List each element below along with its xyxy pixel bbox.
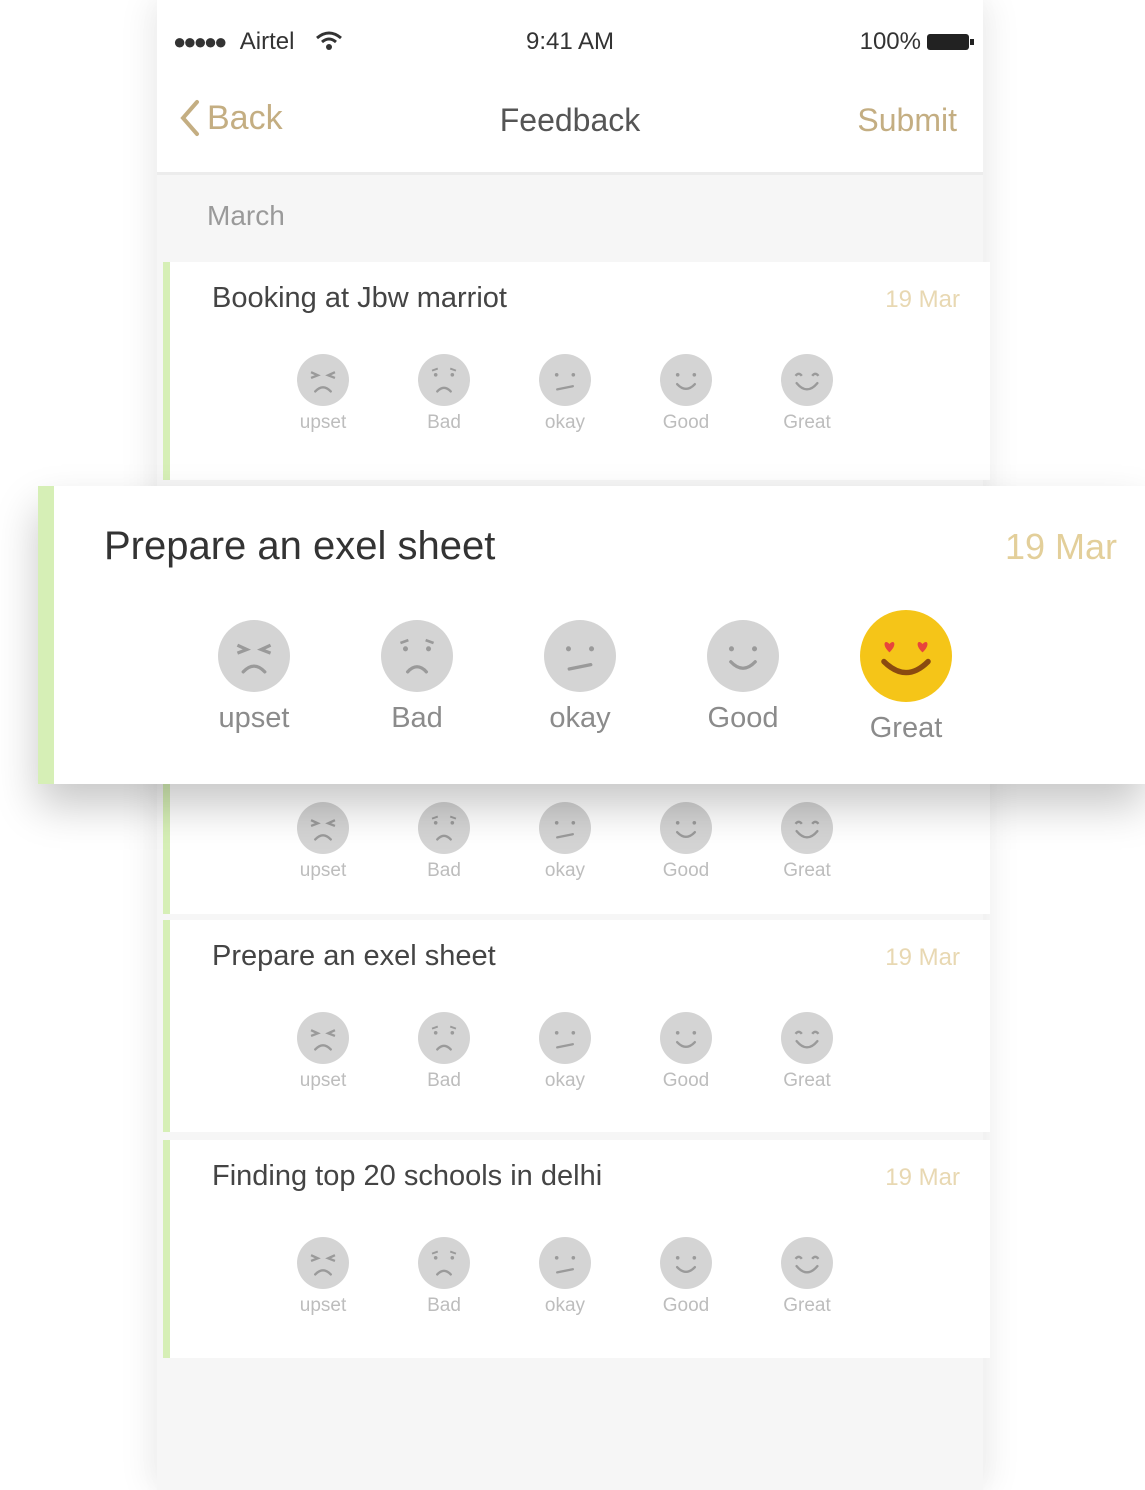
face-okay-icon <box>539 1012 591 1064</box>
rating-bad[interactable]: Bad <box>404 354 484 434</box>
rating-great[interactable]: Great <box>767 1012 847 1092</box>
face-upset-icon <box>297 1012 349 1064</box>
face-okay-icon <box>539 354 591 406</box>
rating-label: okay <box>549 702 611 734</box>
rating-label: Great <box>783 860 831 881</box>
rating-label: upset <box>299 1295 347 1316</box>
chevron-left-icon <box>180 100 199 136</box>
feedback-card: Finding top 20 schools in delhi 19 Mar up… <box>163 1140 990 1358</box>
rating-okay[interactable]: okay <box>525 802 605 882</box>
rating-label: Great <box>783 412 831 433</box>
face-good-icon <box>707 620 779 692</box>
battery-icon <box>927 34 974 50</box>
rating-label: upset <box>218 702 290 734</box>
rating-great[interactable]: Great <box>767 354 847 434</box>
rating-label: Good <box>662 1070 710 1091</box>
face-bad-icon <box>418 802 470 854</box>
face-okay-icon <box>544 620 616 692</box>
rating-okay[interactable]: okay <box>525 1012 605 1092</box>
rating-okay[interactable]: okay <box>510 620 650 735</box>
face-good-icon <box>660 1012 712 1064</box>
submit-button[interactable]: Submit <box>857 102 957 139</box>
rating-great[interactable]: Great <box>836 610 976 745</box>
rating-label: okay <box>544 1070 586 1091</box>
face-great-icon <box>781 802 833 854</box>
rating-great[interactable]: Great <box>767 1237 847 1317</box>
rating-bad[interactable]: Bad <box>404 1012 484 1092</box>
rating-label: okay <box>544 1295 586 1316</box>
rating-label: Bad <box>391 702 443 734</box>
face-great-icon <box>860 610 952 702</box>
rating-upset[interactable]: upset <box>283 802 363 882</box>
rating-label: upset <box>299 412 347 433</box>
navigation-bar: Back Feedback Submit <box>157 80 983 175</box>
card-title: Prepare an exel sheet <box>212 940 496 972</box>
feedback-card: Booking at Jbw marriot 19 Mar upset Bad ok… <box>163 262 990 480</box>
rating-bad[interactable]: Bad <box>404 1237 484 1317</box>
status-bar: ●●●●● Airtel 9:41 AM 100% <box>157 0 983 80</box>
card-title: Finding top 20 schools in delhi <box>212 1160 603 1192</box>
face-good-icon <box>660 354 712 406</box>
rating-label: Great <box>783 1295 831 1316</box>
feedback-card-expanded: Prepare an exel sheet 19 Mar upset Bad ok… <box>38 486 1145 784</box>
rating-label: Great <box>869 712 943 744</box>
month-header: March <box>207 200 285 231</box>
rating-label: Good <box>662 412 710 433</box>
rating-good[interactable]: Good <box>646 1237 726 1317</box>
face-bad-icon <box>418 1237 470 1289</box>
card-date: 19 Mar <box>885 1164 960 1191</box>
face-okay-icon <box>539 1237 591 1289</box>
rating-okay[interactable]: okay <box>525 354 605 434</box>
rating-upset[interactable]: upset <box>283 354 363 434</box>
rating-label: upset <box>299 1070 347 1091</box>
face-bad-icon <box>418 1012 470 1064</box>
face-upset-icon <box>297 802 349 854</box>
card-title: Booking at Jbw marriot <box>212 282 507 314</box>
rating-great[interactable]: Great <box>767 802 847 882</box>
battery-status: 100% <box>859 28 974 56</box>
rating-okay[interactable]: okay <box>525 1237 605 1317</box>
rating-label: okay <box>544 860 586 881</box>
rating-label: upset <box>299 860 347 881</box>
battery-percent: 100% <box>859 28 921 55</box>
rating-label: okay <box>544 412 586 433</box>
face-good-icon <box>660 1237 712 1289</box>
rating-label: Bad <box>427 412 461 433</box>
card-date: 19 Mar <box>885 286 960 313</box>
rating-good[interactable]: Good <box>673 620 813 735</box>
rating-good[interactable]: Good <box>646 1012 726 1092</box>
rating-label: Bad <box>427 1295 461 1316</box>
card-date: 19 Mar <box>1004 526 1117 567</box>
rating-upset[interactable]: upset <box>283 1012 363 1092</box>
face-great-icon <box>781 354 833 406</box>
back-button[interactable]: Back <box>179 98 283 138</box>
rating-label: Bad <box>427 860 461 881</box>
face-upset-icon <box>297 1237 349 1289</box>
rating-label: Great <box>783 1070 831 1091</box>
rating-upset[interactable]: upset <box>283 1237 363 1317</box>
face-bad-icon <box>381 620 453 692</box>
card-date: 19 Mar <box>885 944 960 971</box>
face-bad-icon <box>418 354 470 406</box>
back-label: Back <box>207 98 283 137</box>
face-good-icon <box>660 802 712 854</box>
card-title: Prepare an exel sheet <box>104 524 496 568</box>
rating-bad[interactable]: Bad <box>347 620 487 735</box>
face-upset-icon <box>297 354 349 406</box>
face-okay-icon <box>539 802 591 854</box>
face-great-icon <box>781 1237 833 1289</box>
rating-label: Bad <box>427 1070 461 1091</box>
rating-label: Good <box>707 702 779 734</box>
rating-good[interactable]: Good <box>646 802 726 882</box>
rating-bad[interactable]: Bad <box>404 802 484 882</box>
face-great-icon <box>781 1012 833 1064</box>
rating-label: Good <box>662 860 710 881</box>
feedback-card: Prepare an exel sheet 19 Mar upset Bad oka… <box>163 920 990 1132</box>
face-upset-icon <box>218 620 290 692</box>
rating-upset[interactable]: upset <box>184 620 324 735</box>
rating-good[interactable]: Good <box>646 354 726 434</box>
rating-label: Good <box>662 1295 710 1316</box>
